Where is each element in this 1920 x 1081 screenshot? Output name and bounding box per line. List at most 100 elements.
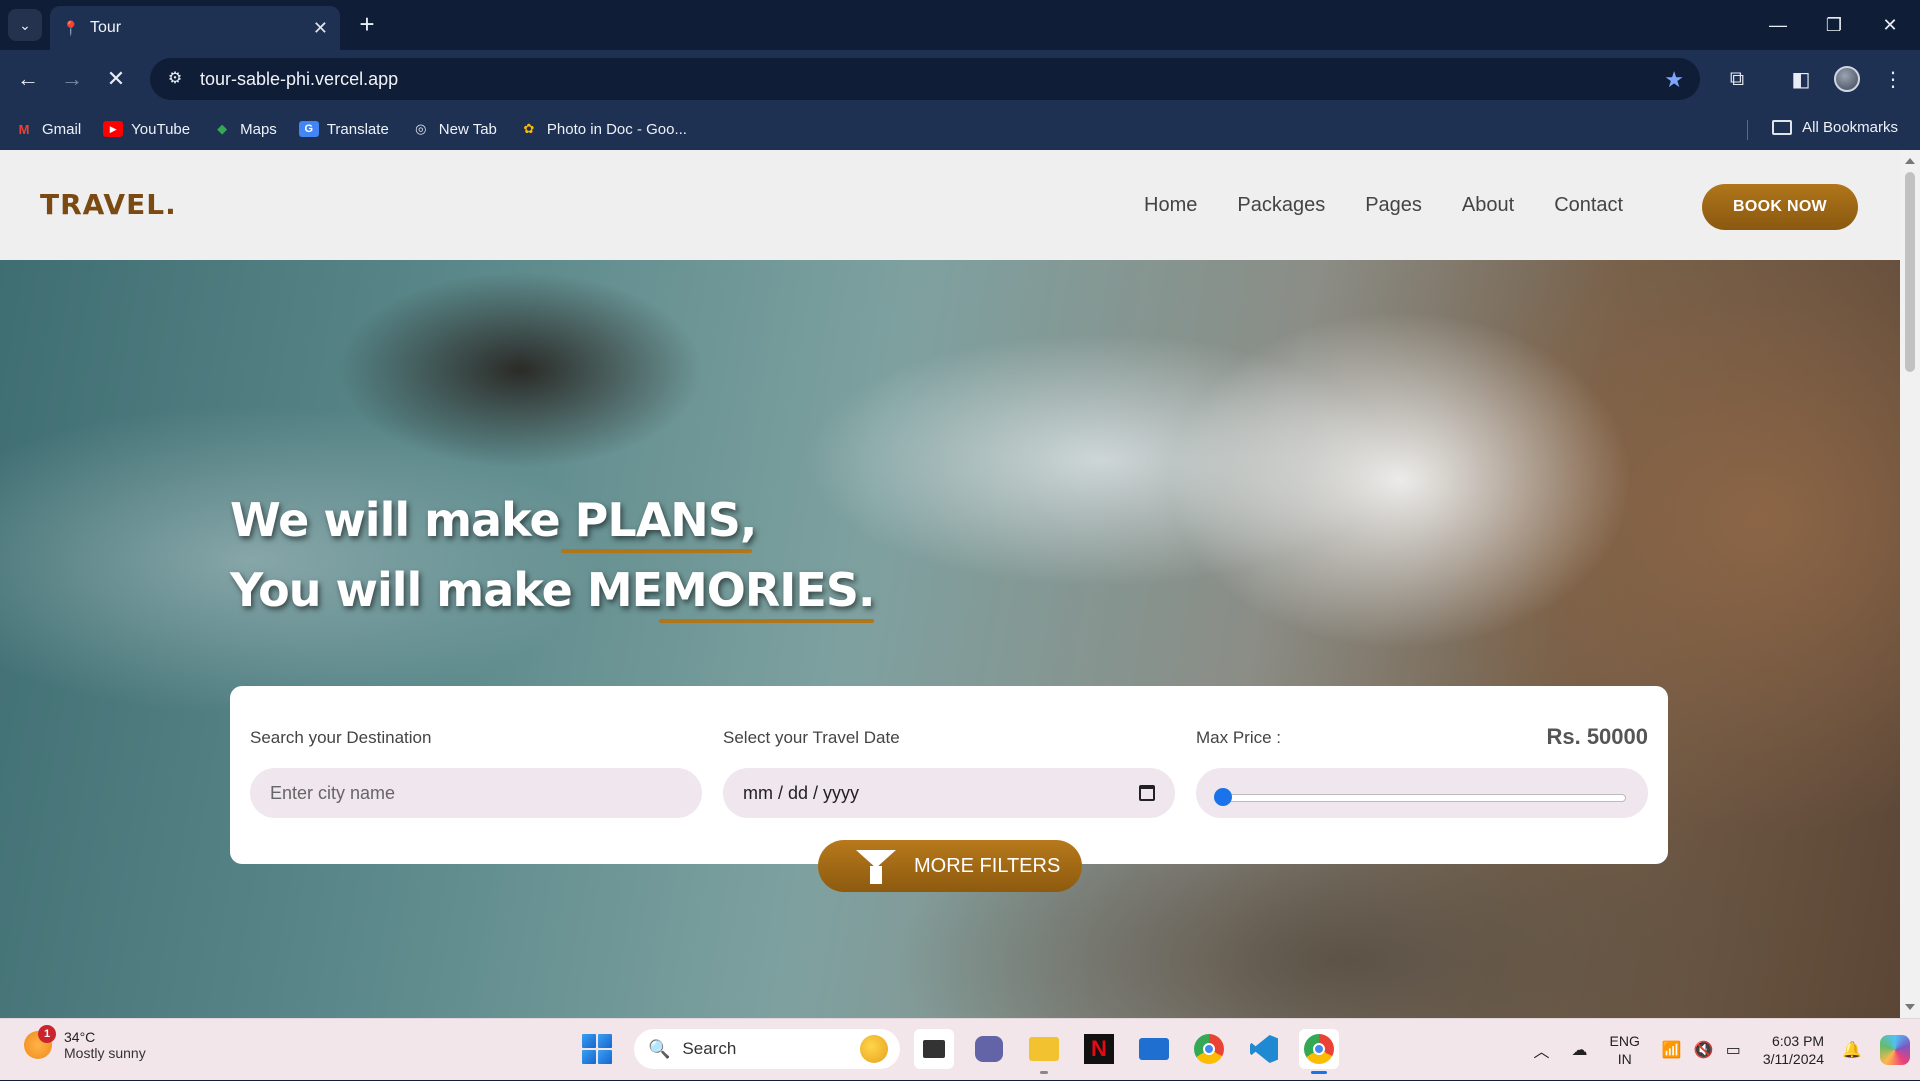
clock-time: 6:03 PM [1763,1032,1824,1050]
bookmark-star-icon[interactable]: ★ [1664,67,1684,93]
notification-bell-icon[interactable]: 🔔 [1842,1040,1862,1060]
taskbar-apps: 🔍 Search N [582,1029,1354,1069]
scroll-up-arrow[interactable] [1905,158,1915,164]
bookmarks-bar: M Gmail ▶ YouTube ◆ Maps G Translate ◎ N… [0,108,1920,150]
gmail-icon: M [14,121,34,137]
windows-taskbar: 1 34°C Mostly sunny 🔍 Search N ︿ ☁ ENG I… [0,1018,1920,1080]
chevron-up-icon[interactable]: ︿ [1534,1038,1550,1062]
side-panel-icon[interactable]: ◧ [1786,64,1816,94]
sun-icon: 1 [24,1031,52,1059]
volume-muted-icon[interactable]: 🔇 [1694,1040,1714,1060]
weather-widget[interactable]: 1 34°C Mostly sunny [24,1029,146,1061]
all-bookmarks-button[interactable]: All Bookmarks [1772,119,1898,136]
teams-chat-icon[interactable] [969,1029,1009,1069]
back-button[interactable]: ← [12,63,44,95]
chrome-icon[interactable] [1189,1029,1229,1069]
tab-favicon-icon: 📍 [62,20,78,36]
headline-line-1: We will make PLANS, [230,485,874,555]
date-placeholder: mm / dd / yyyy [743,783,859,804]
new-tab-button[interactable]: + [352,10,382,40]
browser-tab-bar: ⌄ 📍 Tour ✕ + — ❐ ✕ [0,0,1920,50]
price-value: Rs. 50000 [1546,724,1648,750]
price-slider[interactable] [1196,768,1648,818]
onedrive-icon[interactable]: ☁ [1572,1040,1588,1060]
battery-icon[interactable]: ▭ [1726,1040,1741,1060]
photos-icon: ✿ [519,121,539,137]
date-input[interactable]: mm / dd / yyyy [723,768,1175,818]
search-icon: 🔍 [648,1039,670,1060]
date-label: Select your Travel Date [723,728,1175,752]
nav-packages[interactable]: Packages [1237,194,1325,217]
weather-desc: Mostly sunny [64,1045,146,1061]
destination-label: Search your Destination [250,728,702,752]
more-filters-button[interactable]: MORE FILTERS [818,840,1082,892]
headline-highlight-plans: PLANS, [575,485,757,555]
browser-tab[interactable]: 📍 Tour ✕ [50,6,340,50]
date-field: Select your Travel Date mm / dd / yyyy [723,728,1175,818]
site-logo[interactable]: TRAVEL. [40,188,177,221]
bookmark-new-tab[interactable]: ◎ New Tab [411,121,497,138]
task-view-icon[interactable] [914,1029,954,1069]
close-window-button[interactable]: ✕ [1862,0,1918,50]
maps-icon: ◆ [212,121,232,137]
scroll-thumb[interactable] [1905,172,1915,372]
site-header: TRAVEL. Home Packages Pages About Contac… [0,150,1900,260]
book-now-button[interactable]: BOOK NOW [1702,184,1858,230]
calendar-icon[interactable] [1139,785,1155,801]
taskbar-search[interactable]: 🔍 Search [634,1029,900,1069]
weather-temp: 34°C [64,1029,146,1045]
nav-pages[interactable]: Pages [1365,194,1422,217]
bookmark-photo-in-doc[interactable]: ✿ Photo in Doc - Goo... [519,121,687,138]
nav-contact[interactable]: Contact [1554,194,1623,217]
slider-thumb[interactable] [1214,788,1232,806]
main-nav: Home Packages Pages About Contact [1144,194,1663,217]
wifi-icon[interactable]: 📶 [1662,1040,1682,1060]
globe-icon: ◎ [411,121,431,137]
minimize-button[interactable]: — [1750,0,1806,50]
site-info-icon[interactable]: ⚙ [164,68,186,90]
search-card: Search your Destination Enter city name … [230,686,1668,864]
hero-headline: We will make PLANS, You will make MEMORI… [230,485,874,625]
netflix-icon[interactable]: N [1079,1029,1119,1069]
hero-background [0,260,1900,1018]
page-scrollbar[interactable] [1900,150,1920,1018]
stop-loading-button[interactable]: ✕ [100,63,132,95]
slider-track[interactable] [1224,794,1626,802]
restore-button[interactable]: ❐ [1806,0,1862,50]
chrome-active-icon[interactable] [1299,1029,1339,1069]
more-filters-label: MORE FILTERS [914,855,1060,878]
bookmark-translate[interactable]: G Translate [299,121,389,138]
clock-date: 3/11/2024 [1763,1050,1824,1068]
browser-toolbar: ← → ✕ ⚙ tour-sable-phi.vercel.app ★ ⧉ ◧ … [0,50,1920,108]
bookmark-youtube[interactable]: ▶ YouTube [103,121,190,138]
bookmarks-divider [1747,120,1748,140]
translate-icon: G [299,121,319,137]
clock[interactable]: 6:03 PM 3/11/2024 [1763,1032,1824,1068]
system-tray: ︿ ☁ ENG IN 📶 🔇 ▭ 6:03 PM 3/11/2024 🔔 [1534,1019,1920,1081]
destination-input[interactable]: Enter city name [250,768,702,818]
address-bar[interactable]: ⚙ tour-sable-phi.vercel.app ★ [150,58,1700,100]
scroll-down-arrow[interactable] [1905,1004,1915,1010]
file-explorer-icon[interactable] [1024,1029,1064,1069]
tab-search-button[interactable]: ⌄ [8,9,42,41]
weather-badge: 1 [38,1025,56,1043]
profile-avatar[interactable] [1832,64,1862,94]
youtube-icon: ▶ [103,121,123,137]
price-field: Max Price : Rs. 50000 [1196,728,1648,818]
start-windows-icon[interactable] [582,1034,612,1064]
nav-about[interactable]: About [1462,194,1514,217]
tab-close-icon[interactable]: ✕ [313,18,328,39]
extensions-icon[interactable]: ⧉ [1722,64,1752,94]
destination-field: Search your Destination Enter city name [250,728,702,818]
bookmark-maps[interactable]: ◆ Maps [212,121,277,138]
search-highlight-icon [860,1035,888,1063]
mail-icon[interactable] [1134,1029,1174,1069]
forward-button[interactable]: → [56,63,88,95]
bookmark-gmail[interactable]: M Gmail [14,121,81,138]
nav-home[interactable]: Home [1144,194,1197,217]
language-indicator[interactable]: ENG IN [1610,1032,1640,1068]
menu-kebab-icon[interactable]: ⋮ [1878,64,1908,94]
vscode-icon[interactable] [1244,1029,1284,1069]
headline-line-2: You will make MEMORIES. [230,555,874,625]
copilot-icon[interactable] [1880,1035,1910,1065]
